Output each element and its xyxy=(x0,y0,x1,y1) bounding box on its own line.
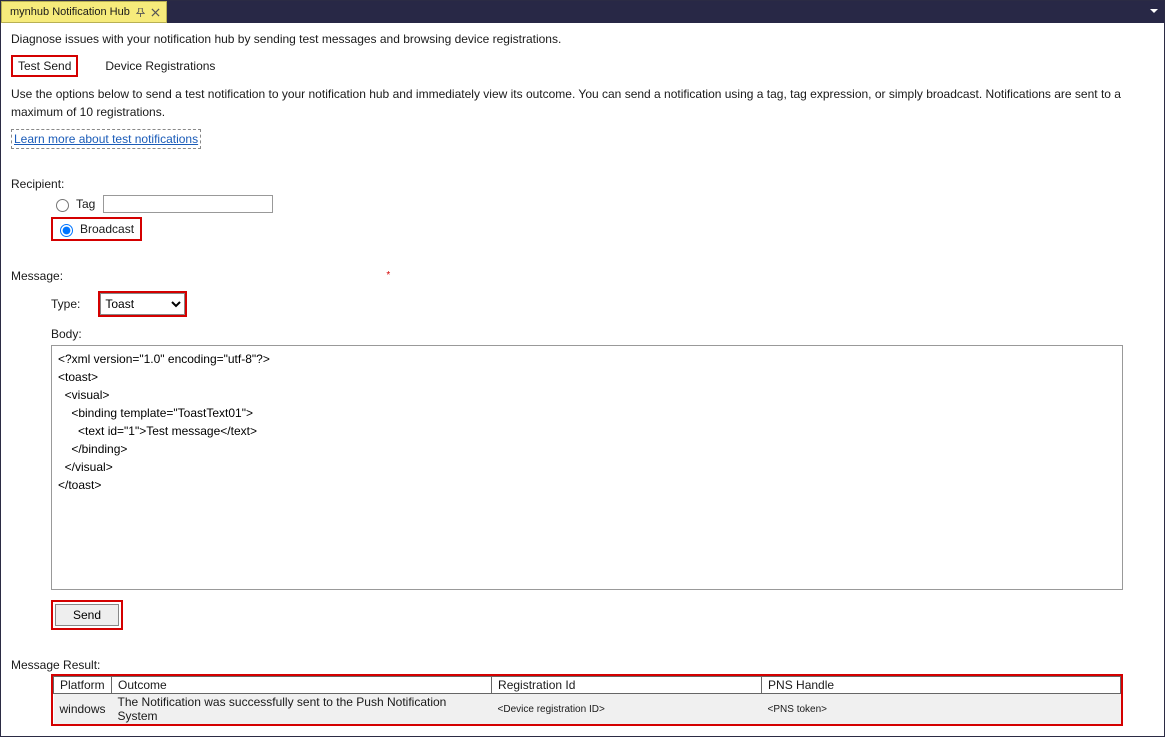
cell-pns-handle: <PNS token> xyxy=(762,694,1121,725)
tab-test-send[interactable]: Test Send xyxy=(11,55,78,77)
recipient-tag-input[interactable] xyxy=(103,195,273,213)
send-highlight: Send xyxy=(51,600,123,630)
message-body-label: Body: xyxy=(11,327,1154,341)
window-tab-title: mynhub Notification Hub xyxy=(10,6,130,18)
message-body-textarea[interactable] xyxy=(51,345,1123,590)
window-menu-icon[interactable] xyxy=(1148,5,1160,17)
cell-outcome: The Notification was successfully sent t… xyxy=(112,694,492,725)
learn-more-link[interactable]: Learn more about test notifications xyxy=(11,129,201,149)
pin-icon[interactable] xyxy=(136,8,145,17)
message-type-highlight: Toast xyxy=(98,291,187,317)
recipient-tag-row: Tag xyxy=(51,195,1154,213)
send-button[interactable]: Send xyxy=(55,604,119,626)
message-label: Message: * xyxy=(11,269,1154,283)
tab-device-registrations[interactable]: Device Registrations xyxy=(98,55,222,77)
recipient-label: Recipient: xyxy=(11,177,1154,191)
col-outcome: Outcome xyxy=(112,677,492,694)
required-star-icon: * xyxy=(386,270,390,281)
recipient-tag-radio[interactable] xyxy=(56,199,69,212)
cell-registration-id: <Device registration ID> xyxy=(492,694,762,725)
message-type-label: Type: xyxy=(51,297,80,311)
close-icon[interactable] xyxy=(151,8,160,17)
result-table-highlight: Platform Outcome Registration Id PNS Han… xyxy=(51,674,1123,726)
title-bar: mynhub Notification Hub xyxy=(1,1,1164,23)
recipient-broadcast-radio[interactable] xyxy=(60,224,73,237)
table-row: windows The Notification was successfull… xyxy=(54,694,1121,725)
message-result-label: Message Result: xyxy=(11,658,1154,672)
message-type-select[interactable]: Toast xyxy=(100,293,185,315)
result-table: Platform Outcome Registration Id PNS Han… xyxy=(53,676,1121,724)
recipient-broadcast-label: Broadcast xyxy=(80,222,134,236)
col-registration-id: Registration Id xyxy=(492,677,762,694)
recipient-tag-label: Tag xyxy=(76,197,95,211)
col-platform: Platform xyxy=(54,677,112,694)
window-tab[interactable]: mynhub Notification Hub xyxy=(1,1,167,23)
page-description: Diagnose issues with your notification h… xyxy=(11,31,1154,47)
col-pns-handle: PNS Handle xyxy=(762,677,1121,694)
recipient-broadcast-row: Broadcast xyxy=(51,217,142,241)
sub-tabs: Test Send Device Registrations xyxy=(11,55,1154,77)
cell-platform: windows xyxy=(54,694,112,725)
instructions-text: Use the options below to send a test not… xyxy=(11,85,1154,121)
